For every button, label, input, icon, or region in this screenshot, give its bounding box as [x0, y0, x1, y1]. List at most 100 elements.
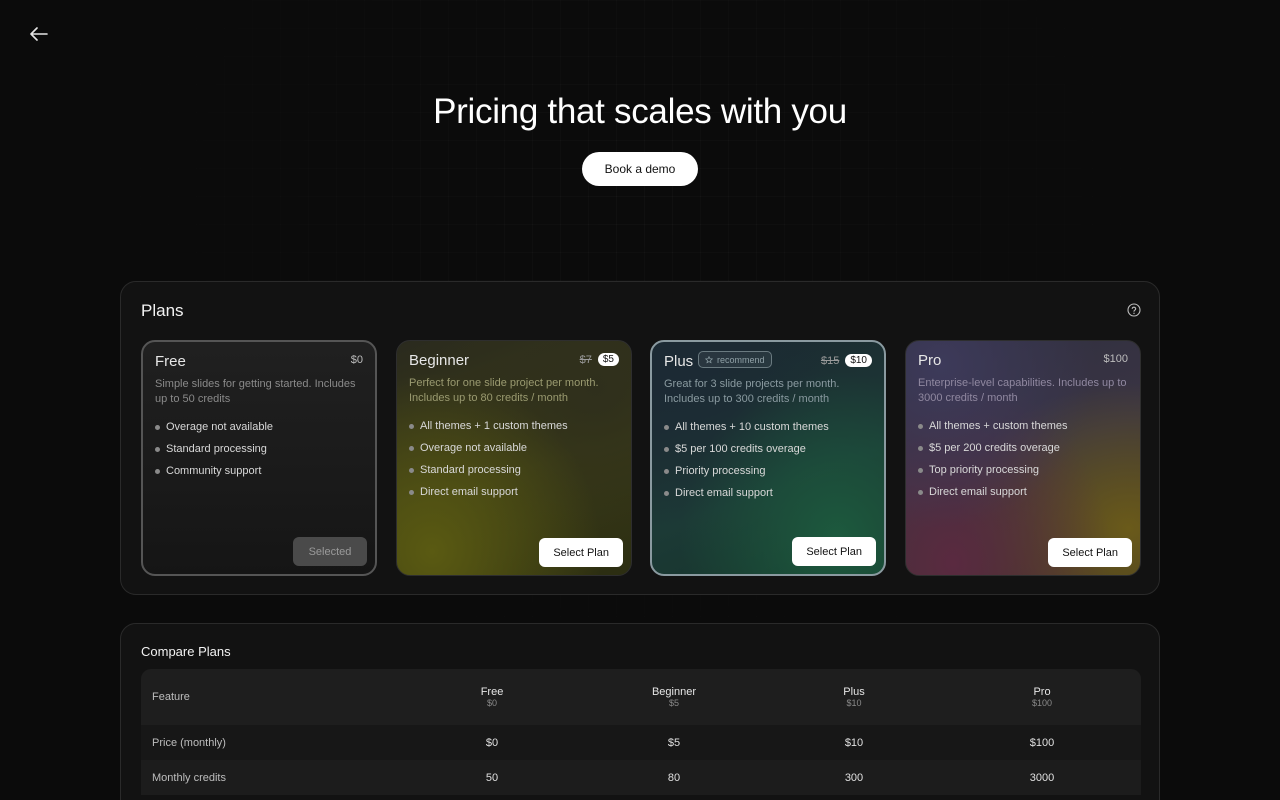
plan-name: Plus — [664, 353, 694, 370]
feature-label: Overage not available — [420, 442, 528, 454]
row-cell: $10 — [844, 736, 864, 749]
column-header-pro: Pro $100 — [943, 686, 1141, 708]
select-plan-button[interactable]: Select Plan — [792, 537, 876, 566]
badge-label: recommend — [717, 354, 765, 365]
compare-title: Compare Plans — [141, 644, 231, 659]
bullet-icon — [409, 489, 414, 495]
row-cell: 80 — [667, 771, 681, 784]
feature-item: $5 per 100 credits overage — [664, 438, 829, 460]
column-price: $10 — [846, 698, 862, 708]
column-header-plus: Plus $10 — [765, 686, 943, 708]
price-value: $5 — [597, 353, 619, 366]
feature-label: Community support — [166, 465, 262, 477]
column-name: Plus — [843, 686, 865, 698]
compare-plans-panel: Compare Plans Feature Free $0 Beginner $… — [120, 623, 1160, 800]
feature-list: All themes + 10 custom themes $5 per 100… — [664, 416, 829, 504]
bullet-icon — [664, 446, 669, 452]
row-cell: $100 — [1029, 736, 1055, 749]
feature-label: All themes + custom themes — [929, 420, 1068, 432]
plan-description: Enterprise-level capabilities. Includes … — [918, 377, 1127, 404]
plans-title: Plans — [141, 301, 184, 320]
column-header-beginner: Beginner $5 — [583, 686, 765, 708]
feature-list: All themes + custom themes $5 per 200 cr… — [918, 415, 1067, 503]
feature-list: Overage not available Standard processin… — [155, 416, 273, 482]
feature-item: All themes + custom themes — [918, 415, 1067, 437]
bullet-icon — [664, 468, 669, 474]
feature-label: All themes + 10 custom themes — [675, 421, 829, 433]
compare-table: Feature Free $0 Beginner $5 Plus $10 Pro… — [141, 669, 1141, 795]
feature-label: Direct email support — [420, 486, 518, 498]
feature-label: Standard processing — [420, 464, 521, 476]
plan-price: $15 $10 — [821, 354, 872, 367]
bullet-icon — [918, 489, 923, 495]
bullet-icon — [409, 423, 414, 429]
row-cell: 300 — [844, 771, 864, 784]
feature-label: All themes + 1 custom themes — [420, 420, 568, 432]
price-value: $100 — [1103, 353, 1128, 365]
feature-item: All themes + 10 custom themes — [664, 416, 829, 438]
select-plan-button[interactable]: Select Plan — [1048, 538, 1132, 567]
price-value: $0 — [350, 354, 363, 366]
table-row: Price (monthly) $0 $5 $10 $100 — [141, 725, 1141, 760]
feature-item: Direct email support — [664, 482, 829, 504]
bullet-icon — [918, 423, 923, 429]
column-header-free: Free $0 — [401, 686, 583, 708]
question-circle-icon[interactable] — [1127, 303, 1141, 317]
feature-label: Overage not available — [166, 421, 274, 433]
feature-item: All themes + 1 custom themes — [409, 415, 568, 437]
plan-price: $7 $5 — [580, 353, 619, 366]
plan-name: Pro — [918, 352, 942, 369]
column-price: $100 — [1031, 698, 1053, 708]
feature-item: Overage not available — [155, 416, 273, 438]
plan-price: $0 — [351, 354, 363, 366]
price-value: $10 — [845, 354, 872, 367]
table-row: Monthly credits 50 80 300 3000 — [141, 760, 1141, 795]
feature-item: Overage not available — [409, 437, 568, 459]
feature-label: Priority processing — [675, 465, 766, 477]
bullet-icon — [664, 424, 669, 430]
old-price: $7 — [579, 353, 592, 366]
feature-item: Standard processing — [409, 459, 568, 481]
plan-description: Great for 3 slide projects per month. In… — [664, 378, 840, 405]
feature-item: Top priority processing — [918, 459, 1067, 481]
row-feature: Monthly credits — [152, 771, 226, 784]
plan-card-plus[interactable]: Plus recommend $15 $10 Great for 3 slide… — [650, 340, 886, 576]
feature-label: Standard processing — [166, 443, 267, 455]
row-cell: $0 — [485, 736, 499, 749]
bullet-icon — [918, 467, 923, 473]
feature-item: Direct email support — [918, 481, 1067, 503]
column-price: $0 — [486, 698, 497, 708]
back-button[interactable] — [26, 22, 52, 46]
feature-column-header: Feature — [152, 691, 190, 703]
column-name: Pro — [1033, 686, 1051, 698]
plan-card-free[interactable]: Free $0 Simple slides for getting starte… — [141, 340, 377, 576]
feature-list: All themes + 1 custom themes Overage not… — [409, 415, 568, 503]
bullet-icon — [155, 446, 160, 452]
bullet-icon — [664, 490, 669, 496]
feature-item: $5 per 200 credits overage — [918, 437, 1067, 459]
row-cell: 3000 — [1029, 771, 1055, 784]
plan-card-beginner[interactable]: Beginner $7 $5 Perfect for one slide pro… — [396, 340, 632, 576]
table-header: Feature Free $0 Beginner $5 Plus $10 Pro… — [141, 669, 1141, 725]
bullet-icon — [918, 445, 923, 451]
plan-description: Perfect for one slide project per month.… — [409, 377, 599, 404]
feature-item: Priority processing — [664, 460, 829, 482]
bullet-icon — [409, 467, 414, 473]
plan-price: $100 — [1104, 353, 1128, 365]
recommend-badge: recommend — [698, 351, 772, 368]
feature-item: Direct email support — [409, 481, 568, 503]
bullet-icon — [155, 424, 160, 430]
feature-label: Direct email support — [675, 487, 773, 499]
select-plan-button[interactable]: Select Plan — [539, 538, 623, 567]
column-name: Beginner — [651, 686, 697, 698]
old-price: $15 — [820, 354, 840, 367]
row-cell: $5 — [667, 736, 681, 749]
feature-label: $5 per 100 credits overage — [675, 443, 806, 455]
column-name: Free — [480, 686, 504, 698]
bullet-icon — [155, 468, 160, 474]
book-demo-button[interactable]: Book a demo — [582, 152, 698, 186]
feature-item: Community support — [155, 460, 273, 482]
feature-item: Standard processing — [155, 438, 273, 460]
row-cell: 50 — [485, 771, 499, 784]
plan-card-pro[interactable]: Pro $100 Enterprise-level capabilities. … — [905, 340, 1141, 576]
